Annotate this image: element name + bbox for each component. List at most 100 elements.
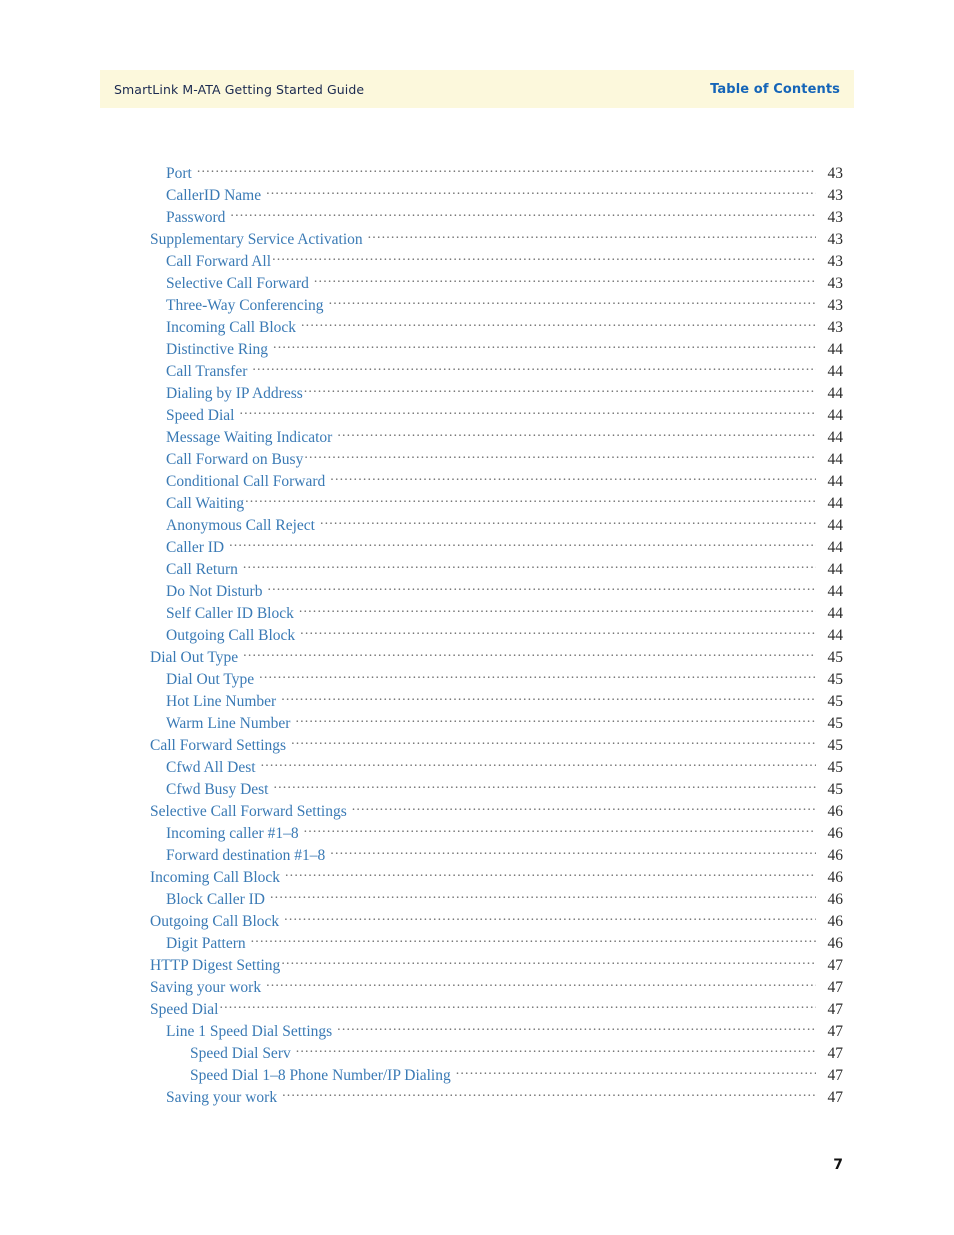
toc-entry[interactable]: Port 43 bbox=[0, 162, 954, 184]
toc-entry[interactable]: Warm Line Number 45 bbox=[0, 712, 954, 734]
toc-entry[interactable]: Self Caller ID Block 44 bbox=[0, 602, 954, 624]
toc-dot-leader bbox=[267, 580, 816, 596]
toc-entry-label: Dial Out Type bbox=[166, 670, 255, 688]
toc-dot-leader bbox=[251, 932, 816, 948]
toc-dot-leader bbox=[304, 448, 816, 464]
toc-entry-page-number: 44 bbox=[827, 582, 844, 600]
toc-entry[interactable]: Incoming Call Block 46 bbox=[0, 866, 954, 888]
toc-entry[interactable]: Selective Call Forward 43 bbox=[0, 272, 954, 294]
toc-entry[interactable]: Forward destination #1–8 46 bbox=[0, 844, 954, 866]
toc-entry[interactable]: Incoming Call Block 43 bbox=[0, 316, 954, 338]
toc-entry[interactable]: Speed Dial Serv 47 bbox=[0, 1042, 954, 1064]
toc-entry[interactable]: Speed Dial 44 bbox=[0, 404, 954, 426]
toc-entry[interactable]: Password 43 bbox=[0, 206, 954, 228]
toc-entry[interactable]: Call Forward on Busy 44 bbox=[0, 448, 954, 470]
toc-dot-leader bbox=[304, 382, 816, 398]
toc-entry-page-number: 44 bbox=[827, 538, 844, 556]
toc-entry[interactable]: Speed Dial 47 bbox=[0, 998, 954, 1020]
toc-entry[interactable]: Digit Pattern 46 bbox=[0, 932, 954, 954]
toc-entry[interactable]: Line 1 Speed Dial Settings 47 bbox=[0, 1020, 954, 1042]
toc-entry[interactable]: CallerID Name 43 bbox=[0, 184, 954, 206]
toc-entry[interactable]: Selective Call Forward Settings 46 bbox=[0, 800, 954, 822]
toc-entry[interactable]: Call Forward All 43 bbox=[0, 250, 954, 272]
running-header: SmartLink M-ATA Getting Started Guide Ta… bbox=[100, 70, 854, 108]
toc-entry-label: Speed Dial 1–8 Phone Number/IP Dialing bbox=[190, 1066, 451, 1084]
toc-entry[interactable]: Conditional Call Forward 44 bbox=[0, 470, 954, 492]
toc-entry[interactable]: Saving your work 47 bbox=[0, 1086, 954, 1108]
toc-entry[interactable]: Call Transfer 44 bbox=[0, 360, 954, 382]
toc-entry-label: Distinctive Ring bbox=[166, 340, 269, 358]
toc-entry-page-number: 46 bbox=[827, 868, 844, 886]
toc-entry[interactable]: Dial Out Type 45 bbox=[0, 646, 954, 668]
toc-entry-page-number: 44 bbox=[827, 626, 844, 644]
toc-entry[interactable]: Block Caller ID 46 bbox=[0, 888, 954, 910]
toc-entry[interactable]: Three-Way Conferencing 43 bbox=[0, 294, 954, 316]
toc-entry-label: Three-Way Conferencing bbox=[166, 296, 324, 314]
section-title: Table of Contents bbox=[710, 81, 840, 97]
toc-dot-leader bbox=[197, 162, 816, 178]
toc-entry[interactable]: Anonymous Call Reject 44 bbox=[0, 514, 954, 536]
toc-entry[interactable]: Call Waiting 44 bbox=[0, 492, 954, 514]
toc-entry[interactable]: Cfwd Busy Dest 45 bbox=[0, 778, 954, 800]
toc-entry-label: Digit Pattern bbox=[166, 934, 246, 952]
toc-entry[interactable]: Call Forward Settings 45 bbox=[0, 734, 954, 756]
toc-entry-page-number: 44 bbox=[827, 494, 844, 512]
toc-entry-label: Call Waiting bbox=[166, 494, 245, 512]
toc-dot-leader bbox=[301, 316, 816, 332]
toc-entry-page-number: 44 bbox=[827, 560, 844, 578]
toc-entry-page-number: 44 bbox=[827, 472, 844, 490]
toc-entry-page-number: 44 bbox=[827, 516, 844, 534]
toc-entry-page-number: 45 bbox=[827, 780, 844, 798]
toc-dot-leader bbox=[272, 250, 816, 266]
toc-entry[interactable]: Message Waiting Indicator 44 bbox=[0, 426, 954, 448]
toc-entry-label: Call Return bbox=[166, 560, 238, 578]
toc-entry-page-number: 43 bbox=[827, 164, 844, 182]
toc-entry[interactable]: Outgoing Call Block 44 bbox=[0, 624, 954, 646]
toc-entry-label: Speed Dial Serv bbox=[190, 1044, 291, 1062]
toc-entry-page-number: 43 bbox=[827, 252, 844, 270]
toc-entry-label: Dialing by IP Address bbox=[166, 384, 303, 402]
toc-entry-page-number: 46 bbox=[827, 802, 844, 820]
toc-entry[interactable]: Speed Dial 1–8 Phone Number/IP Dialing 47 bbox=[0, 1064, 954, 1086]
toc-entry[interactable]: Call Return 44 bbox=[0, 558, 954, 580]
toc-entry-page-number: 44 bbox=[827, 340, 844, 358]
toc-entry[interactable]: Hot Line Number 45 bbox=[0, 690, 954, 712]
toc-entry[interactable]: Dialing by IP Address 44 bbox=[0, 382, 954, 404]
toc-entry[interactable]: Supplementary Service Activation 43 bbox=[0, 228, 954, 250]
toc-entry-page-number: 44 bbox=[827, 406, 844, 424]
toc-entry[interactable]: Outgoing Call Block 46 bbox=[0, 910, 954, 932]
toc-dot-leader bbox=[281, 690, 816, 706]
toc-entry-label: Call Forward on Busy bbox=[166, 450, 304, 468]
toc-dot-leader bbox=[266, 976, 816, 992]
toc-entry-label: Message Waiting Indicator bbox=[166, 428, 333, 446]
toc-entry-label: Speed Dial bbox=[150, 1000, 219, 1018]
toc-entry-page-number: 47 bbox=[827, 1088, 844, 1106]
toc-dot-leader bbox=[295, 712, 816, 728]
toc-entry-label: Outgoing Call Block bbox=[166, 626, 296, 644]
toc-dot-leader bbox=[291, 734, 816, 750]
toc-entry-label: Do Not Disturb bbox=[166, 582, 263, 600]
toc-entry-label: Hot Line Number bbox=[166, 692, 277, 710]
toc-entry-page-number: 46 bbox=[827, 824, 844, 842]
toc-entry[interactable]: HTTP Digest Setting 47 bbox=[0, 954, 954, 976]
toc-entry[interactable]: Saving your work 47 bbox=[0, 976, 954, 998]
toc-entry[interactable]: Caller ID 44 bbox=[0, 536, 954, 558]
toc-dot-leader bbox=[261, 756, 816, 772]
toc-entry-page-number: 43 bbox=[827, 296, 844, 314]
toc-dot-leader bbox=[230, 206, 816, 222]
toc-dot-leader bbox=[368, 228, 816, 244]
toc-dot-leader bbox=[281, 954, 816, 970]
toc-entry[interactable]: Distinctive Ring 44 bbox=[0, 338, 954, 360]
toc-dot-leader bbox=[352, 800, 816, 816]
toc-dot-leader bbox=[245, 492, 816, 508]
toc-entry[interactable]: Incoming caller #1–8 46 bbox=[0, 822, 954, 844]
toc-dot-leader bbox=[299, 602, 816, 618]
toc-entry[interactable]: Do Not Disturb 44 bbox=[0, 580, 954, 602]
toc-entry[interactable]: Dial Out Type 45 bbox=[0, 668, 954, 690]
toc-entry-page-number: 44 bbox=[827, 450, 844, 468]
toc-entry-label: Conditional Call Forward bbox=[166, 472, 326, 490]
toc-entry-label: HTTP Digest Setting bbox=[150, 956, 281, 974]
toc-entry[interactable]: Cfwd All Dest 45 bbox=[0, 756, 954, 778]
toc-entry-label: Anonymous Call Reject bbox=[166, 516, 315, 534]
toc-dot-leader bbox=[284, 910, 816, 926]
